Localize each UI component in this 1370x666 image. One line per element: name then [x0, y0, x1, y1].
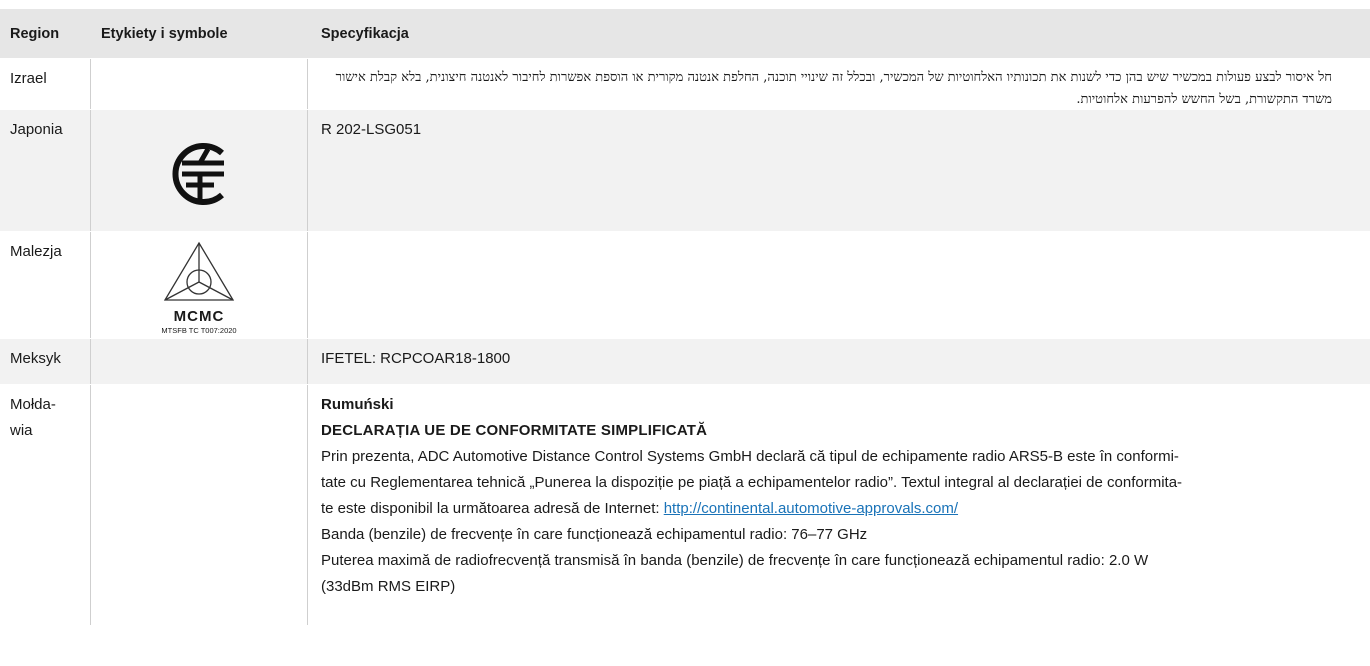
- mcmc-mark-icon: MCMC MTSFB TC T007:2020: [159, 240, 239, 338]
- declaration-line: te este disponibil la următoarea adresă …: [321, 496, 1360, 522]
- japan-telec-mark-icon: [172, 143, 224, 205]
- symbol-cell: [91, 59, 308, 109]
- symbol-cell: [91, 110, 308, 231]
- table-row: Meksyk IFETEL: RCPCOAR18-1800: [0, 338, 1370, 384]
- region-cell: Mołda- wia: [0, 385, 91, 625]
- header-spec: Specyfikacja: [321, 25, 409, 42]
- region-cell: Meksyk: [0, 339, 91, 384]
- declaration-title: DECLARAȚIA UE DE CONFORMITATE SIMPLIFICA…: [321, 422, 708, 439]
- region-cell: Malezja: [0, 232, 91, 338]
- mcmc-triangle-icon: [163, 241, 235, 301]
- spec-cell: [308, 232, 1370, 338]
- symbol-cell: [91, 339, 308, 384]
- table-row: Izrael חל איסור לבצע פעולות במכשיר שיש ב…: [0, 58, 1370, 109]
- spec-cell: Rumuński DECLARAȚIA UE DE CONFORMITATE S…: [308, 385, 1370, 625]
- max-power-line: Puterea maximă de radiofrecvență transmi…: [321, 552, 1149, 569]
- spec-cell: IFETEL: RCPCOAR18-1800: [321, 350, 511, 367]
- mcmc-logo-text: MCMC: [173, 308, 225, 325]
- region-line: Mołda-: [10, 396, 56, 413]
- regulatory-table: Region Etykiety i symbole Specyfikacja I…: [0, 8, 1370, 625]
- region-cell: Japonia: [0, 110, 91, 231]
- region-cell: Izrael: [0, 59, 91, 109]
- table-row: Japonia R 202-LSG051: [0, 109, 1370, 231]
- table-row: Mołda- wia Rumuński DECLARAȚIA UE DE CON…: [0, 384, 1370, 625]
- header-labels: Etykiety i symbole: [101, 25, 228, 42]
- declaration-url-link[interactable]: http://continental.automotive-approvals.…: [664, 500, 958, 517]
- table-header-row: Region Etykiety i symbole Specyfikacja: [0, 8, 1370, 58]
- spec-cell: חל איסור לבצע פעולות במכשיר שיש בהן כדי …: [335, 70, 1332, 107]
- declaration-line: Prin prezenta, ADC Automotive Distance C…: [321, 448, 1179, 465]
- spec-cell: R 202-LSG051: [321, 121, 422, 138]
- symbol-cell: MCMC MTSFB TC T007:2020: [91, 232, 308, 338]
- header-region: Region: [10, 25, 60, 42]
- region-line: wia: [10, 422, 33, 439]
- frequency-band: Banda (benzile) de frecvențe în care fun…: [321, 526, 868, 543]
- declaration-line-prefix: te este disponibil la următoarea adresă …: [321, 500, 664, 517]
- declaration-line: tate cu Reglementarea tehnică „Punerea l…: [321, 474, 1183, 491]
- table-row: Malezja MCMC MTSFB TC T007:2020: [0, 231, 1370, 338]
- mcmc-caption: MTSFB TC T007:2020: [161, 326, 237, 335]
- max-power-line: (33dBm RMS EIRP): [321, 578, 456, 595]
- language-label: Rumuński: [321, 396, 394, 413]
- symbol-cell: [91, 385, 308, 625]
